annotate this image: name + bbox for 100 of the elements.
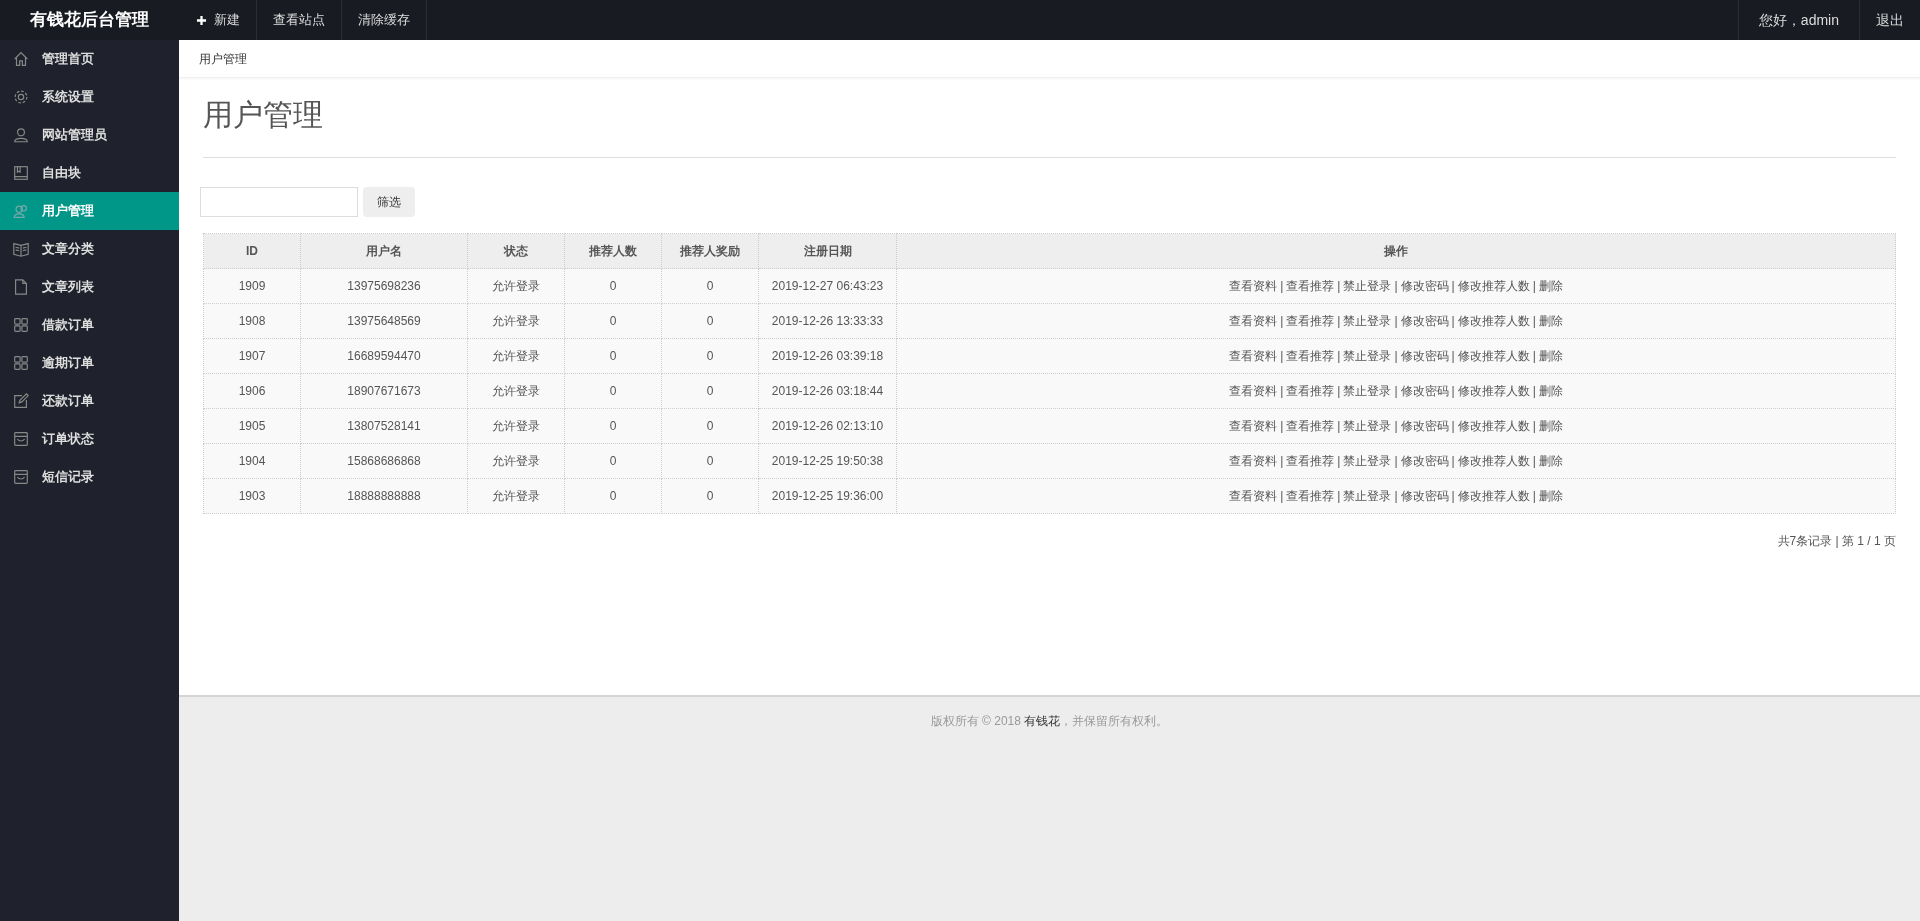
table-cell: 允许登录 (467, 478, 565, 514)
action-link[interactable]: 修改推荐人数 (1457, 279, 1530, 293)
column-header: 推荐人数 (564, 233, 662, 269)
action-link[interactable]: 修改推荐人数 (1457, 454, 1530, 468)
grid-icon (12, 354, 30, 372)
action-link[interactable]: 禁止登录 (1343, 489, 1392, 503)
sidebar-item[interactable]: 订单状态 (0, 420, 179, 458)
table-cell: 0 (564, 268, 662, 304)
nav-link[interactable]: 新建 (179, 0, 257, 40)
filter-button[interactable]: 筛选 (363, 187, 415, 217)
table-cell: 允许登录 (467, 268, 565, 304)
nav-link[interactable]: 查看站点 (257, 0, 342, 40)
filter-field[interactable] (200, 187, 358, 217)
table-cell: 允许登录 (467, 338, 565, 374)
separator: | (1532, 314, 1536, 328)
table-cell: 1904 (203, 443, 301, 479)
action-link[interactable]: 修改密码 (1400, 314, 1449, 328)
logout-link[interactable]: 退出 (1859, 0, 1920, 40)
separator: | (1394, 314, 1398, 328)
sidebar-item[interactable]: 文章分类 (0, 230, 179, 268)
users-icon (12, 202, 30, 220)
sidebar-item[interactable]: 网站管理员 (0, 116, 179, 154)
action-link[interactable]: 删除 (1538, 489, 1563, 503)
pagination-text: 共7条记录 | 第 1 / 1 页 (1777, 533, 1896, 549)
action-link[interactable]: 删除 (1538, 384, 1563, 398)
table-cell: 1906 (203, 373, 301, 409)
action-link[interactable]: 查看推荐 (1286, 384, 1335, 398)
action-link[interactable]: 禁止登录 (1343, 279, 1392, 293)
sidebar-item[interactable]: 管理首页 (0, 40, 179, 78)
brand-link[interactable]: 有钱花 (1024, 714, 1061, 728)
action-link[interactable]: 查看资料 (1229, 349, 1278, 363)
separator: | (1532, 489, 1536, 503)
action-link[interactable]: 禁止登录 (1343, 349, 1392, 363)
action-link[interactable]: 修改推荐人数 (1457, 489, 1530, 503)
inbox-icon (12, 430, 30, 448)
inbox-icon (12, 468, 30, 486)
table-cell: 1907 (203, 338, 301, 374)
action-link[interactable]: 禁止登录 (1343, 384, 1392, 398)
action-link[interactable]: 修改推荐人数 (1457, 419, 1530, 433)
action-link[interactable]: 删除 (1538, 314, 1563, 328)
action-link[interactable]: 查看推荐 (1286, 314, 1335, 328)
table-cell: 0 (564, 373, 662, 409)
sidebar-item[interactable]: 还款订单 (0, 382, 179, 420)
action-link[interactable]: 查看推荐 (1286, 349, 1335, 363)
action-link[interactable]: 删除 (1538, 349, 1563, 363)
action-link[interactable]: 删除 (1538, 419, 1563, 433)
action-link[interactable]: 查看推荐 (1286, 489, 1335, 503)
action-link[interactable]: 查看资料 (1229, 489, 1278, 503)
action-link[interactable]: 查看资料 (1229, 454, 1278, 468)
action-link[interactable]: 修改密码 (1400, 419, 1449, 433)
action-link[interactable]: 禁止登录 (1343, 419, 1392, 433)
table-cell: 2019-12-25 19:36:00 (758, 478, 897, 514)
table-cell: 0 (661, 373, 759, 409)
sidebar-item[interactable]: 自由块 (0, 154, 179, 192)
action-link[interactable]: 修改推荐人数 (1457, 384, 1530, 398)
action-link[interactable]: 修改推荐人数 (1457, 314, 1530, 328)
table-cell: 2019-12-26 03:18:44 (758, 373, 897, 409)
separator: | (1280, 314, 1284, 328)
action-link[interactable]: 查看资料 (1229, 314, 1278, 328)
action-link[interactable]: 查看推荐 (1286, 419, 1335, 433)
action-link[interactable]: 修改密码 (1400, 384, 1449, 398)
action-link[interactable]: 修改推荐人数 (1457, 349, 1530, 363)
action-link[interactable]: 查看资料 (1229, 384, 1278, 398)
sidebar-item[interactable]: 逾期订单 (0, 344, 179, 382)
separator: | (1532, 279, 1536, 293)
separator: | (1451, 384, 1455, 398)
action-link[interactable]: 查看推荐 (1286, 279, 1335, 293)
action-link[interactable]: 删除 (1538, 454, 1563, 468)
separator: | (1337, 489, 1341, 503)
table-cell: 0 (661, 408, 759, 444)
action-link[interactable]: 禁止登录 (1343, 454, 1392, 468)
action-link[interactable]: 禁止登录 (1343, 314, 1392, 328)
separator: | (1532, 384, 1536, 398)
separator: | (1532, 419, 1536, 433)
separator: | (1451, 419, 1455, 433)
sidebar-item[interactable]: 用户管理 (0, 192, 179, 230)
separator: | (1337, 279, 1341, 293)
separator: | (1280, 454, 1284, 468)
nav-link[interactable]: 清除缓存 (342, 0, 427, 40)
sidebar-item[interactable]: 文章列表 (0, 268, 179, 306)
separator: | (1532, 349, 1536, 363)
action-link[interactable]: 修改密码 (1400, 349, 1449, 363)
action-link[interactable]: 修改密码 (1400, 489, 1449, 503)
action-link[interactable]: 修改密码 (1400, 454, 1449, 468)
separator: | (1451, 314, 1455, 328)
action-link[interactable]: 修改密码 (1400, 279, 1449, 293)
table-cell: 0 (661, 443, 759, 479)
action-link[interactable]: 查看推荐 (1286, 454, 1335, 468)
sidebar-item[interactable]: 短信记录 (0, 458, 179, 496)
action-link[interactable]: 查看资料 (1229, 419, 1278, 433)
action-link[interactable]: 查看资料 (1229, 279, 1278, 293)
breadcrumb[interactable]: 用户管理 (199, 50, 247, 67)
sidebar-item[interactable]: 借款订单 (0, 306, 179, 344)
table-cell: 13807528141 (300, 408, 468, 444)
sidebar-item[interactable]: 系统设置 (0, 78, 179, 116)
table-cell: 1905 (203, 408, 301, 444)
table-cell: 2019-12-26 02:13:10 (758, 408, 897, 444)
action-link[interactable]: 删除 (1538, 279, 1563, 293)
table-cell: 18907671673 (300, 373, 468, 409)
book-icon (12, 164, 30, 182)
